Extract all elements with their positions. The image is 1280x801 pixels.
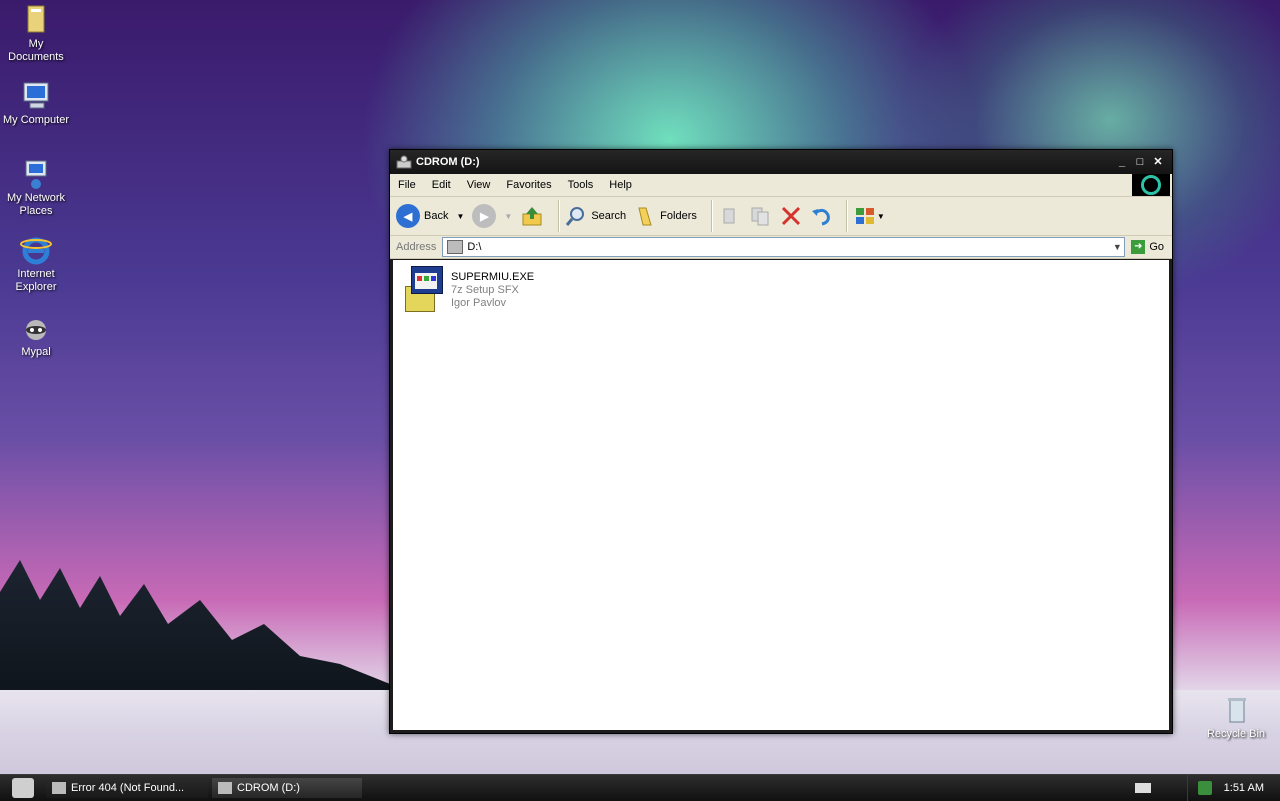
cdrom-drive-icon (218, 782, 232, 794)
menu-view[interactable]: View (459, 179, 499, 191)
desktop-icon-label: My Documents (8, 38, 64, 63)
go-label: Go (1149, 241, 1164, 253)
folders-label: Folders (660, 210, 697, 222)
desktop-icon-my-documents[interactable]: My Documents (0, 4, 72, 64)
system-tray: 1:51 AM (1134, 775, 1280, 801)
undo-button[interactable] (810, 205, 832, 227)
desktop-icon-label: Mypal (21, 346, 51, 358)
close-button[interactable]: ✕ (1152, 156, 1164, 168)
desktop-icon-my-computer[interactable]: My Computer (0, 80, 72, 127)
my-computer-icon (20, 80, 52, 112)
undo-icon (811, 208, 830, 226)
folders-icon (638, 207, 652, 226)
standard-toolbar: ◀ Back ▼ ▶ ▼ Search Folders ▼ (390, 197, 1172, 236)
explorer-window: CDROM (D:) _ □ ✕ File Edit View Favorite… (389, 149, 1173, 734)
file-type: 7z Setup SFX (451, 284, 519, 296)
start-button[interactable] (12, 778, 34, 798)
taskbar-item-cdrom[interactable]: CDROM (D:) (212, 778, 362, 798)
forward-dropdown-icon[interactable]: ▼ (504, 212, 512, 221)
maximize-button[interactable]: □ (1134, 156, 1146, 168)
mypal-icon (52, 782, 66, 794)
copy-to-button[interactable] (748, 205, 772, 227)
menu-favorites[interactable]: Favorites (498, 179, 559, 191)
forward-button[interactable]: ▶ ▼ (472, 204, 512, 228)
menu-file[interactable]: File (390, 179, 424, 191)
file-name: SUPERMIU.EXE (451, 271, 535, 283)
address-input[interactable]: D:\ ▼ (442, 237, 1126, 257)
keyboard-icon[interactable] (1134, 783, 1151, 793)
menu-edit[interactable]: Edit (424, 179, 459, 191)
clock[interactable]: 1:51 AM (1224, 782, 1264, 794)
desktop-icon-recycle-bin[interactable]: Recycle Bin (1200, 694, 1272, 741)
cdrom-drive-icon (396, 155, 412, 169)
toolbar-separator (558, 200, 560, 232)
desktop-icon-label: My Computer (2, 114, 70, 126)
internet-explorer-icon (20, 234, 52, 266)
minimize-button[interactable]: _ (1116, 156, 1128, 168)
taskbar-item-label: CDROM (D:) (237, 782, 300, 794)
forward-arrow-icon: ▶ (472, 204, 497, 228)
address-label: Address (396, 241, 437, 253)
delete-icon (781, 206, 800, 226)
notification-area: 1:51 AM (1186, 775, 1280, 801)
up-folder-button[interactable] (520, 205, 544, 227)
desktop-icon-label: Internet Explorer (15, 268, 57, 293)
desktop-icon-mypal[interactable]: Mypal (0, 312, 72, 359)
desktop-icon-internet-explorer[interactable]: Internet Explorer (0, 234, 72, 294)
go-arrow-icon: ➜ (1131, 240, 1146, 254)
back-dropdown-icon[interactable]: ▼ (456, 212, 464, 221)
file-list-pane[interactable]: SUPERMIU.EXE 7z Setup SFX Igor Pavlov (393, 260, 1169, 730)
installer-icon (399, 266, 445, 314)
go-button[interactable]: ➜ Go (1125, 240, 1172, 254)
views-button[interactable]: ▼ (853, 205, 885, 227)
my-documents-icon (20, 4, 52, 36)
windows-logo-icon (1132, 174, 1170, 196)
taskbar: Error 404 (Not Found... CDROM (D:) 1:51 … (0, 774, 1280, 801)
security-shield-icon[interactable] (1197, 781, 1212, 795)
search-button[interactable]: Search (565, 205, 626, 227)
up-folder-icon (522, 207, 542, 226)
address-bar: Address D:\ ▼ ➜ Go (390, 236, 1172, 259)
views-dropdown-icon: ▼ (876, 211, 885, 221)
back-label: Back (424, 210, 449, 222)
file-company: Igor Pavlov (451, 297, 507, 309)
menu-help[interactable]: Help (601, 179, 640, 191)
mypal-icon (20, 312, 52, 344)
folders-button[interactable]: Folders (634, 205, 697, 227)
views-icon (855, 208, 874, 224)
search-icon (566, 207, 585, 226)
network-places-icon (20, 158, 52, 190)
desktop-icon-network-places[interactable]: My Network Places (0, 158, 72, 218)
menu-bar: File Edit View Favorites Tools Help (390, 174, 1172, 197)
desktop-icon-label: Recycle Bin (1206, 728, 1266, 740)
window-title: CDROM (D:) (416, 156, 480, 168)
move-to-icon (723, 208, 735, 224)
menu-tools[interactable]: Tools (560, 179, 602, 191)
taskbar-item-label: Error 404 (Not Found... (71, 782, 185, 794)
address-value[interactable]: D:\ (467, 241, 1110, 253)
search-label: Search (591, 210, 627, 222)
copy-to-icon (751, 207, 769, 226)
file-item[interactable]: SUPERMIU.EXE 7z Setup SFX Igor Pavlov (399, 266, 534, 314)
recycle-bin-icon (1220, 694, 1252, 726)
back-arrow-icon: ◀ (396, 204, 420, 228)
address-dropdown-icon[interactable]: ▼ (1110, 238, 1124, 256)
move-to-button[interactable] (718, 205, 740, 227)
taskbar-item-browser[interactable]: Error 404 (Not Found... (46, 778, 208, 798)
toolbar-separator (845, 200, 847, 232)
title-bar[interactable]: CDROM (D:) _ □ ✕ (390, 150, 1172, 174)
desktop-icon-label: My Network Places (6, 192, 66, 217)
back-button[interactable]: ◀ Back ▼ (396, 204, 464, 228)
toolbar-separator (710, 200, 712, 232)
delete-button[interactable] (780, 205, 802, 227)
cdrom-drive-icon (447, 240, 464, 254)
